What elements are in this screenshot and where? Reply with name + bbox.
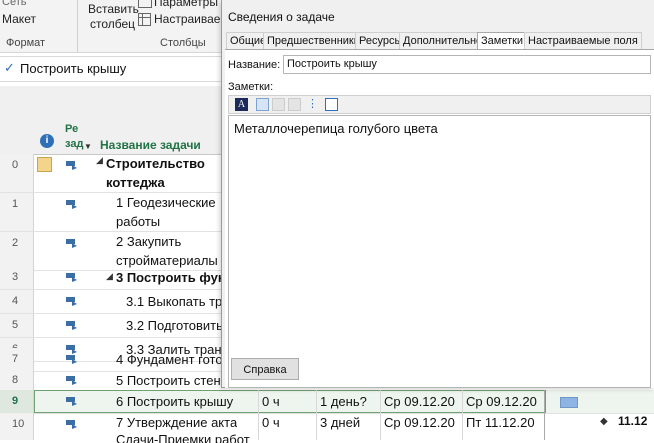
column-params-icon xyxy=(138,0,152,8)
insert-column-button[interactable]: Вставить xyxy=(88,2,139,16)
duration-cell[interactable]: 1 день? xyxy=(320,390,367,413)
indicator-column-header[interactable]: i xyxy=(34,86,61,155)
row-number: 10 xyxy=(0,413,34,440)
bullets-icon[interactable]: ⋮ xyxy=(307,97,318,110)
auto-schedule-icon xyxy=(66,355,77,364)
auto-schedule-icon xyxy=(66,161,77,170)
font-icon[interactable]: A xyxy=(235,98,248,111)
row-number: 1 xyxy=(0,193,34,231)
task-name-column-header[interactable]: Название задачи xyxy=(96,86,227,155)
row-number: 9 xyxy=(0,390,34,413)
finish-cell[interactable]: Ср 09.12.20 xyxy=(466,390,537,413)
auto-schedule-icon xyxy=(66,376,77,385)
tab-predecessors[interactable]: Предшественники xyxy=(263,32,364,49)
mode-header-line1: Ре xyxy=(65,123,79,135)
notes-textarea[interactable]: Металлочерепица голубого цвета xyxy=(228,115,651,388)
task-name-field-value: Построить крышу xyxy=(287,58,377,70)
auto-schedule-icon xyxy=(66,397,77,406)
finish-cell[interactable]: Пт 11.12.20 xyxy=(466,414,535,432)
task-name[interactable]: 2 Закупить xyxy=(116,232,181,251)
notes-toolbar: A ⋮ xyxy=(228,95,651,114)
task-name[interactable]: 5 Построить стены xyxy=(116,369,230,392)
tab-notes[interactable]: Заметки xyxy=(477,32,528,50)
tab-custom-fields[interactable]: Настраиваемые поля xyxy=(524,32,642,49)
gantt-bar[interactable] xyxy=(560,397,578,408)
format-group-label: Формат xyxy=(6,37,46,49)
tab-advanced[interactable]: Дополнительно xyxy=(399,32,487,49)
notes-tab-panel: Название: Построить крышу Заметки: A ⋮ М… xyxy=(225,49,654,388)
task-name-line2[interactable]: работы xyxy=(116,212,160,231)
table-row[interactable]: 10 7 Утверждение акта Сдачи-Приемки рабо… xyxy=(0,413,654,443)
task-name[interactable]: 3.2 Подготовить xyxy=(126,314,223,337)
auto-schedule-icon xyxy=(66,297,77,306)
info-icon: i xyxy=(40,134,54,148)
task-name[interactable]: 1 Геодезические xyxy=(116,193,216,212)
work-cell[interactable]: 0 ч xyxy=(262,414,280,432)
custom-fields-button[interactable]: Настраиваем xyxy=(154,12,229,26)
task-mode-column-header[interactable]: Ре зад ▼ xyxy=(60,86,97,155)
columns-group-label: Столбцы xyxy=(160,37,206,49)
duration-cell[interactable]: 3 дней xyxy=(320,414,360,432)
row-number: 5 xyxy=(0,314,34,337)
milestone-label: 11.12 xyxy=(618,414,648,428)
filter-arrow-icon[interactable]: ▼ xyxy=(84,142,92,151)
auto-schedule-icon xyxy=(66,420,77,429)
notes-text: Металлочерепица голубого цвета xyxy=(234,121,438,136)
work-cell[interactable]: 0 ч xyxy=(262,390,280,413)
note-indicator-icon[interactable] xyxy=(37,157,52,172)
layout-button[interactable]: Макет xyxy=(2,12,36,26)
row-number: 8 xyxy=(0,369,34,392)
start-cell[interactable]: Ср 09.12.20 xyxy=(384,390,455,413)
row-number: 0 xyxy=(0,154,34,192)
task-name[interactable]: 4 Фундамент гото xyxy=(116,348,223,371)
notes-label: Заметки: xyxy=(228,81,274,93)
table-row-selected[interactable]: 9 6 Построить крышу 0 ч 1 день? Ср 09.12… xyxy=(0,390,654,414)
row-number: 2 xyxy=(0,232,34,270)
align-right-icon[interactable] xyxy=(288,98,301,111)
task-name[interactable]: Строительство xyxy=(106,154,205,173)
task-name-line2[interactable]: Сдачи-Приемки работ xyxy=(116,431,250,443)
auto-schedule-icon xyxy=(66,321,77,330)
row-number: 7 xyxy=(0,348,34,371)
row-header-corner[interactable] xyxy=(0,86,35,155)
task-name[interactable]: 6 Построить крышу xyxy=(116,390,233,413)
auto-schedule-icon xyxy=(66,239,77,248)
dialog-title: Сведения о задаче xyxy=(228,10,335,24)
align-left-icon[interactable] xyxy=(256,98,269,111)
task-name-field[interactable]: Построить крышу xyxy=(283,55,651,74)
help-button[interactable]: Справка xyxy=(231,358,299,380)
check-icon[interactable]: ✓ xyxy=(4,60,15,76)
entry-bar-value[interactable]: Построить крышу xyxy=(20,61,126,76)
row-number: 3 xyxy=(0,266,34,289)
task-info-dialog: Сведения о задаче Общие Предшественники … xyxy=(221,0,654,388)
collapse-arrow-icon[interactable]: ◢ xyxy=(106,271,113,282)
task-name-line2[interactable]: коттеджа xyxy=(106,173,165,192)
name-label: Название: xyxy=(228,59,281,71)
insert-column-button-line2[interactable]: столбец xyxy=(90,17,135,31)
collapse-arrow-icon[interactable]: ◢ xyxy=(96,155,103,166)
insert-object-icon[interactable] xyxy=(325,98,338,111)
auto-schedule-icon xyxy=(66,200,77,209)
task-name[interactable]: 7 Утверждение акта xyxy=(116,414,237,432)
align-center-icon[interactable] xyxy=(272,98,285,111)
start-cell[interactable]: Ср 09.12.20 xyxy=(384,414,455,432)
milestone-diamond-icon[interactable]: ◆ xyxy=(600,416,608,427)
network-label[interactable]: Сеть xyxy=(2,0,26,8)
row-number: 4 xyxy=(0,290,34,313)
auto-schedule-icon xyxy=(66,273,77,282)
task-name[interactable]: 3 Построить фунд xyxy=(116,266,234,289)
task-name[interactable]: 3.1 Выкопать тра xyxy=(126,290,230,313)
task-name-header-label: Название задачи xyxy=(100,138,201,152)
mode-header-line2: зад xyxy=(65,138,84,150)
custom-fields-icon xyxy=(138,13,151,26)
